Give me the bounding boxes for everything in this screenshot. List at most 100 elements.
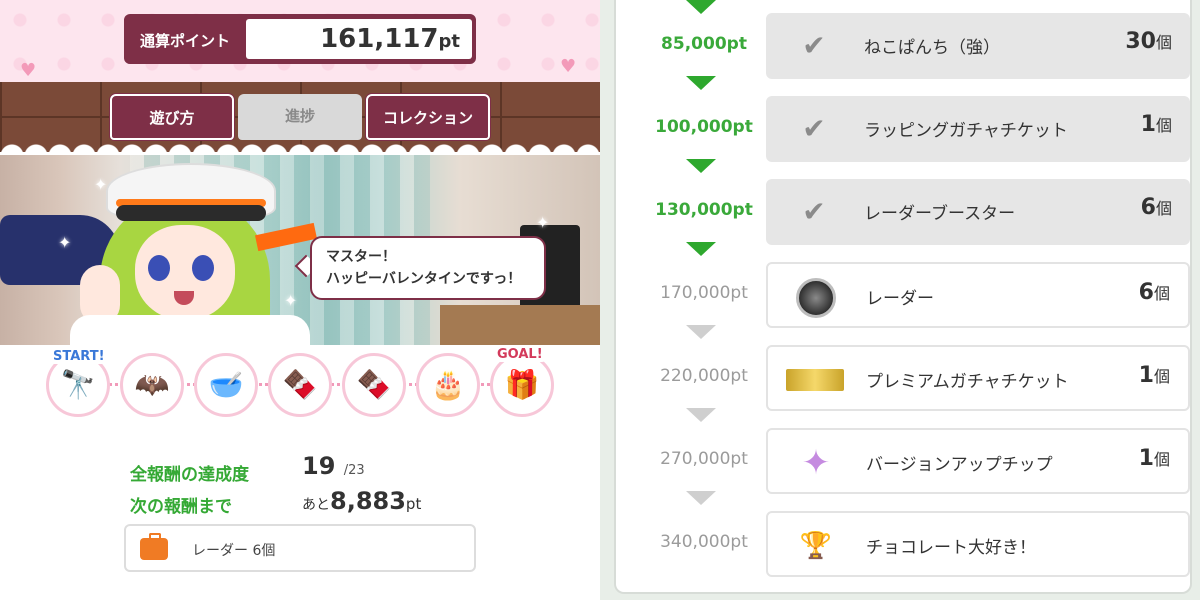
- tab-progress[interactable]: 進捗: [238, 94, 362, 140]
- arrow-down-icon: [686, 325, 716, 339]
- reward-name: バージョンアップチップ: [866, 455, 1053, 475]
- hat-ribbon: [254, 222, 318, 252]
- reward-count-unit: 個: [1153, 284, 1170, 303]
- check-icon: ✔: [802, 29, 826, 62]
- character-eye-left: [148, 255, 170, 281]
- reward-name: レーダー: [866, 289, 934, 309]
- heart-decoration-icon: ♥: [560, 56, 577, 77]
- chip-icon: ✦: [801, 443, 831, 483]
- next-reward-box: レーダー 6個: [124, 524, 476, 572]
- progress-path: 🔭 🦇 🥣 🍫 🍫 🎂 🎁 START! GOAL!: [40, 345, 560, 435]
- total-points-value: 161,117pt: [246, 19, 472, 59]
- reward-name: チョコレート大好き！: [866, 538, 1036, 558]
- reward-count: 30個: [1125, 29, 1172, 54]
- lace-decoration: [0, 138, 600, 152]
- tab-how-to-play[interactable]: 遊び方: [110, 94, 234, 140]
- reward-name: ねこぱんち（強）: [864, 38, 1000, 58]
- remaining-unit: pt: [405, 495, 422, 513]
- reward-row: レーダー 6個: [766, 262, 1190, 328]
- total-points-label: 通算ポイント: [140, 32, 231, 50]
- heart-chocolates-icon: 🍫: [268, 353, 332, 417]
- mixing-bowl-icon: 🥣: [194, 353, 258, 417]
- reward-count: 6個: [1141, 195, 1172, 220]
- completion-count: 19: [302, 452, 336, 480]
- reward-count-number: 6: [1138, 280, 1154, 305]
- reward-count-unit: 個: [1153, 450, 1170, 469]
- points-number: 161,117: [320, 24, 439, 54]
- reward-count-number: 1: [1138, 363, 1154, 388]
- radar-icon: [796, 278, 836, 318]
- reward-count: 1個: [1139, 446, 1170, 471]
- chocolate-cake-icon: 🎂: [416, 353, 480, 417]
- chocolate-pieces-icon: 🍫: [342, 353, 406, 417]
- next-reward-remaining: あと8,883pt: [302, 487, 421, 515]
- reward-row: プレミアムガチャチケット 1個: [766, 345, 1190, 411]
- tab-collection[interactable]: コレクション: [366, 94, 490, 140]
- check-icon: ✔: [802, 112, 826, 145]
- completion-total: /23: [343, 463, 365, 478]
- milestone-points: 130,000pt: [655, 200, 753, 220]
- toolbox-icon: [140, 533, 168, 560]
- next-reward-label: 次の報酬まで: [130, 497, 232, 517]
- reward-count: 1個: [1141, 112, 1172, 137]
- ticket-icon: [786, 369, 844, 391]
- character-body: [70, 315, 310, 345]
- heart-decoration-icon: ♥: [20, 60, 37, 81]
- hat-brim: [116, 205, 266, 221]
- right-panel: 85,000pt ✔ ねこぱんち（強） 30個 100,000pt ✔ ラッピン…: [600, 0, 1200, 600]
- total-points-box: 通算ポイント 161,117pt: [124, 14, 476, 64]
- reward-count-unit: 個: [1153, 367, 1170, 386]
- character-portrait: [60, 155, 320, 345]
- reward-row: ✔ ねこぱんち（強） 30個: [766, 13, 1190, 79]
- reward-list[interactable]: 85,000pt ✔ ねこぱんち（強） 30個 100,000pt ✔ ラッピン…: [614, 0, 1192, 594]
- reward-row: ✦ バージョンアップチップ 1個: [766, 428, 1190, 494]
- reward-name: プレミアムガチャチケット: [866, 372, 1069, 392]
- reward-count-unit: 個: [1155, 199, 1172, 218]
- milestone-points: 270,000pt: [660, 449, 748, 469]
- arrow-down-icon: [686, 159, 716, 173]
- reward-row: ✔ レーダーブースター 6個: [766, 179, 1190, 245]
- desk: [440, 305, 600, 345]
- check-icon: ✔: [802, 195, 826, 228]
- points-unit: pt: [438, 31, 461, 52]
- completion-label: 全報酬の達成度: [130, 465, 249, 485]
- completion-value: 19 /23: [302, 452, 365, 480]
- trophy-icon: 🏆: [799, 531, 833, 561]
- arrow-down-icon: [686, 408, 716, 422]
- left-panel: ♥ ♥ 通算ポイント 161,117pt 遊び方 進捗 コレクション ✦ ✦ ✦…: [0, 0, 600, 600]
- reward-count-unit: 個: [1155, 33, 1172, 52]
- remaining-prefix: あと: [302, 497, 330, 513]
- arrow-down-icon: [686, 0, 716, 14]
- milestone-points: 220,000pt: [660, 366, 748, 386]
- speech-bubble: マスター！ ハッピーバレンタインですっ！: [310, 236, 546, 300]
- reward-count-number: 1: [1138, 446, 1154, 471]
- reward-name: ラッピングガチャチケット: [864, 121, 1068, 141]
- arrow-down-icon: [686, 491, 716, 505]
- milestone-points: 170,000pt: [660, 283, 748, 303]
- arrow-down-icon: [686, 76, 716, 90]
- speech-line-2: ハッピーバレンタインですっ！: [326, 271, 522, 287]
- arrow-down-icon: [686, 242, 716, 256]
- milestone-points: 340,000pt: [660, 532, 748, 552]
- next-reward-text: レーダー 6個: [192, 543, 276, 559]
- reward-count-unit: 個: [1155, 116, 1172, 135]
- milestone-points: 85,000pt: [661, 34, 747, 54]
- speech-line-1: マスター！: [326, 249, 396, 265]
- reward-name: レーダーブースター: [864, 204, 1016, 224]
- reward-count-number: 30: [1125, 29, 1156, 54]
- goal-label: GOAL!: [494, 347, 546, 362]
- character-eye-right: [192, 255, 214, 281]
- reward-count: 6個: [1139, 280, 1170, 305]
- reward-count-number: 1: [1140, 112, 1156, 137]
- event-screen: ♥ ♥ 通算ポイント 161,117pt 遊び方 進捗 コレクション ✦ ✦ ✦…: [0, 0, 1200, 600]
- remaining-points: 8,883: [330, 487, 406, 515]
- sparkle-icon: ✦: [536, 213, 550, 232]
- reward-row: ✔ ラッピングガチャチケット 1個: [766, 96, 1190, 162]
- gift-box-icon: 🎁: [490, 353, 554, 417]
- reward-row: 🏆 チョコレート大好き！: [766, 511, 1190, 577]
- winged-item-icon: 🦇: [120, 353, 184, 417]
- milestone-points: 100,000pt: [655, 117, 753, 137]
- reward-count-number: 6: [1140, 195, 1156, 220]
- start-label: START!: [50, 349, 108, 364]
- reward-count: 1個: [1139, 363, 1170, 388]
